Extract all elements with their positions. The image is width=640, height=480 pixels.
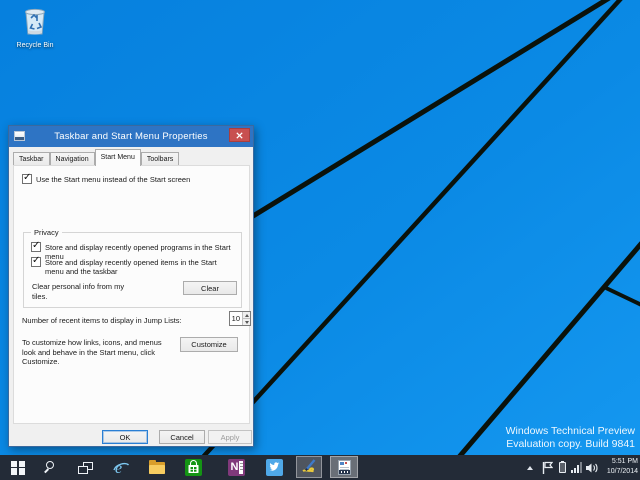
recycle-bin-icon <box>21 23 49 40</box>
check-icon: ✓ <box>23 172 31 183</box>
checkbox-box: ✓ <box>31 242 41 252</box>
desktop-screen: Recycle Bin Windows Technical Preview Ev… <box>0 0 640 480</box>
store-items-label: Store and display recently opened items … <box>45 257 233 276</box>
battery-icon <box>559 462 566 473</box>
checkbox-box: ✓ <box>22 174 32 184</box>
jump-lists-value: 10 <box>230 312 242 325</box>
watermark-line-2: Evaluation copy. Build 9841 <box>506 438 635 451</box>
task-view-icon <box>78 462 93 474</box>
tab-toolbars[interactable]: Toolbars <box>141 152 179 166</box>
file-explorer-button[interactable] <box>144 455 170 480</box>
privacy-groupbox: Privacy ✓ Store and display recently ope… <box>23 232 242 308</box>
onenote-button[interactable]: N <box>222 455 250 480</box>
action-center-button[interactable] <box>540 455 554 480</box>
spinner-down-button[interactable] <box>243 318 250 325</box>
file-explorer-icon <box>149 462 165 474</box>
spinner-arrows <box>242 312 250 325</box>
start-menu-tab-page: ✓ Use the Start menu instead of the Star… <box>13 165 250 424</box>
flag-icon <box>542 461 553 474</box>
checkbox-box: ✓ <box>31 257 41 267</box>
close-button[interactable] <box>229 128 250 142</box>
jump-lists-spinner[interactable]: 10 <box>229 311 251 326</box>
store-button[interactable] <box>180 455 206 480</box>
chevron-up-icon <box>245 314 249 317</box>
customize-text: To customize how links, icons, and menus… <box>22 338 174 367</box>
internet-explorer-icon: e <box>112 459 130 477</box>
customize-button[interactable]: Customize <box>180 337 238 352</box>
ok-button[interactable]: OK <box>102 430 148 444</box>
clear-button[interactable]: Clear <box>183 281 237 295</box>
journal-pen-icon <box>300 458 318 476</box>
taskbar: e N <box>0 455 640 480</box>
store-items-checkbox[interactable]: ✓ Store and display recently opened item… <box>31 257 233 276</box>
network-status-button[interactable] <box>569 455 584 480</box>
chevron-up-icon <box>527 466 533 470</box>
twitter-icon <box>266 459 283 476</box>
windows-logo-icon <box>11 461 25 475</box>
speaker-icon <box>585 462 599 474</box>
clear-personal-info-text: Clear personal info from my tiles. <box>32 282 132 301</box>
chevron-down-icon <box>245 321 249 324</box>
network-signal-icon <box>571 462 582 473</box>
show-hidden-icons-button[interactable] <box>524 455 536 480</box>
recycle-bin[interactable]: Recycle Bin <box>8 6 62 49</box>
dialog-titlebar-icon <box>14 131 25 141</box>
close-icon <box>236 132 243 139</box>
taskbar-properties-window-button[interactable] <box>330 456 358 478</box>
store-icon <box>185 459 202 476</box>
watermark-line-1: Windows Technical Preview <box>506 425 635 438</box>
internet-explorer-button[interactable]: e <box>108 455 134 480</box>
tab-taskbar[interactable]: Taskbar <box>13 152 50 166</box>
use-start-menu-checkbox[interactable]: ✓ Use the Start menu instead of the Star… <box>22 174 190 184</box>
task-view-button[interactable] <box>72 455 98 480</box>
dialog-title: Taskbar and Start Menu Properties <box>9 131 253 142</box>
tab-navigation[interactable]: Navigation <box>50 152 95 166</box>
taskbar-properties-dialog: Taskbar and Start Menu Properties Taskba… <box>8 125 254 447</box>
taskbar-clock[interactable]: 5:51 PM 10/7/2014 <box>598 457 638 477</box>
dialog-titlebar: Taskbar and Start Menu Properties <box>9 126 253 147</box>
onenote-icon: N <box>228 459 245 476</box>
use-start-menu-label: Use the Start menu instead of the Start … <box>36 174 190 184</box>
clock-time: 5:51 PM <box>598 457 638 467</box>
check-icon: ✓ <box>32 255 40 266</box>
evaluation-watermark: Windows Technical Preview Evaluation cop… <box>506 425 635 451</box>
svg-text:e: e <box>115 460 122 477</box>
search-icon <box>44 461 57 474</box>
jump-lists-label: Number of recent items to display in Jum… <box>22 316 222 326</box>
apply-button[interactable]: Apply <box>208 430 252 444</box>
clock-date: 10/7/2014 <box>598 467 638 477</box>
twitter-button[interactable] <box>260 455 288 480</box>
properties-window-icon <box>338 460 351 475</box>
cancel-button[interactable]: Cancel <box>159 430 205 444</box>
recycle-bin-label: Recycle Bin <box>8 42 62 49</box>
search-button[interactable] <box>38 455 62 480</box>
power-status-button[interactable] <box>556 455 568 480</box>
privacy-group-label: Privacy <box>31 228 62 237</box>
tab-start-menu[interactable]: Start Menu <box>95 149 141 166</box>
journal-app-button[interactable] <box>296 456 322 478</box>
check-icon: ✓ <box>32 240 40 251</box>
start-button[interactable] <box>6 455 30 480</box>
dialog-tab-strip: Taskbar Navigation Start Menu Toolbars <box>13 149 179 166</box>
